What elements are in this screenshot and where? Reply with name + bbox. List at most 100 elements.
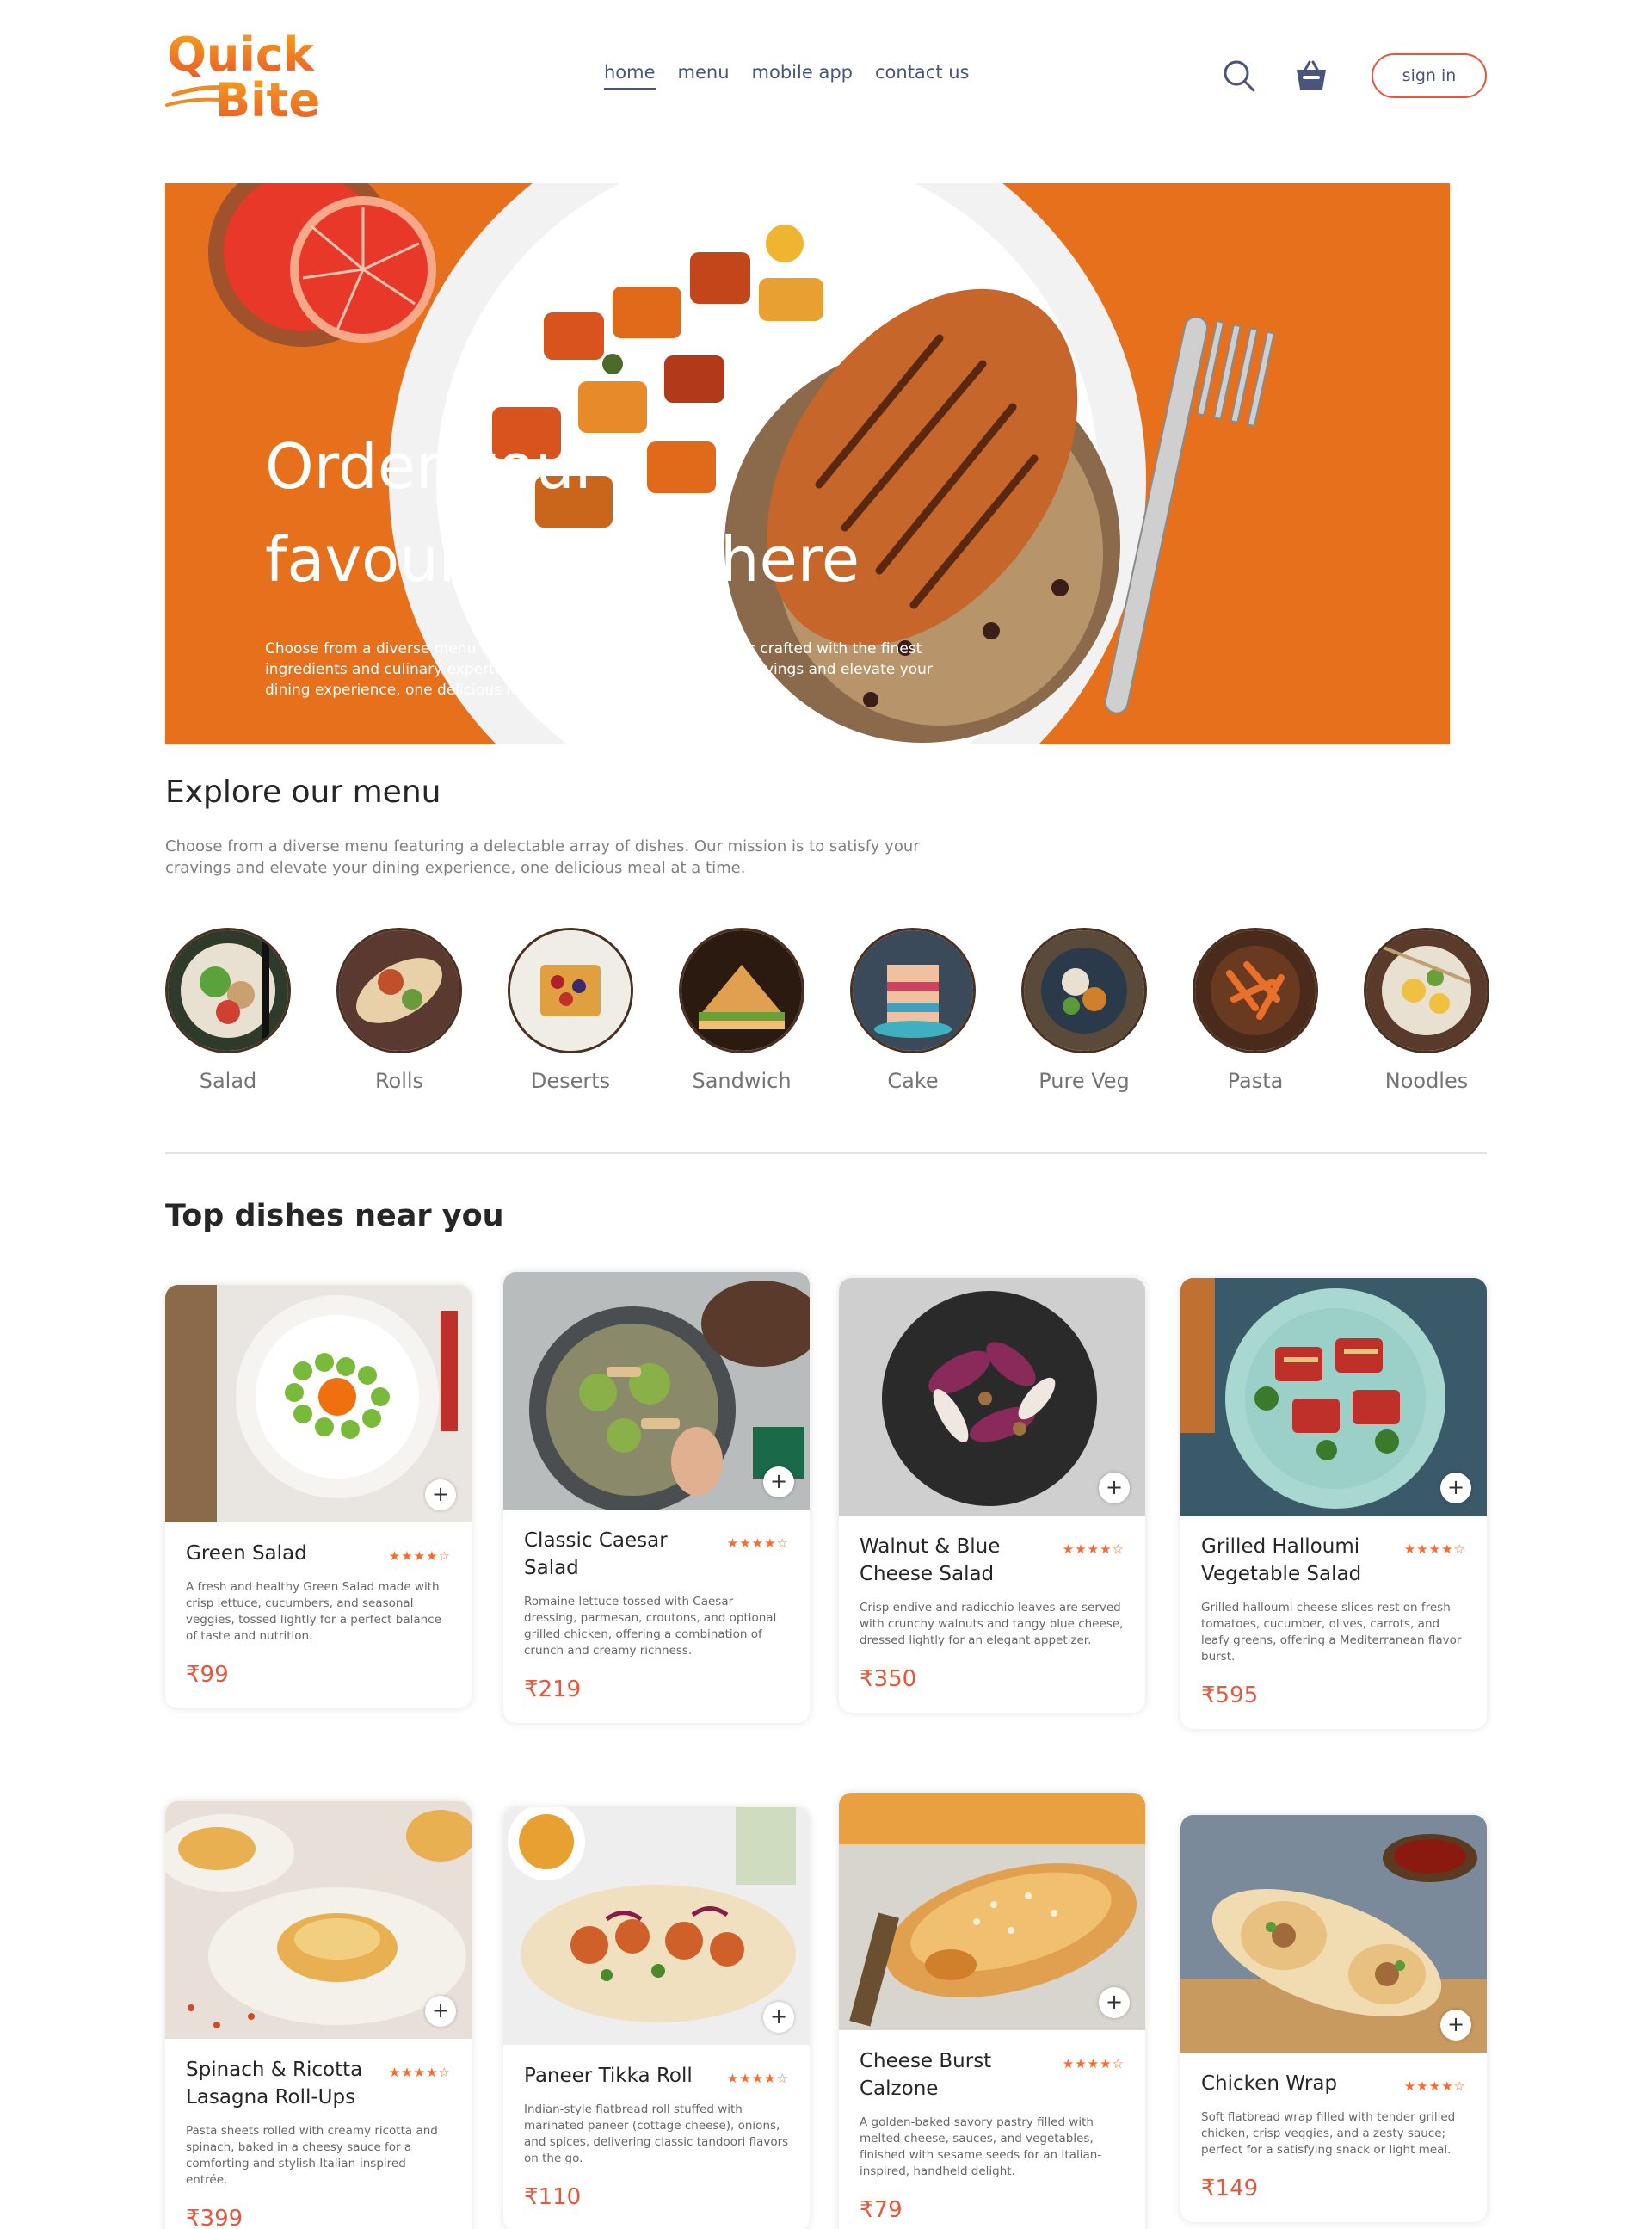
food-name: Green Salad: [186, 1542, 307, 1565]
food-description: Grilled halloumi cheese slices rest on f…: [1201, 1601, 1462, 1664]
hero-title-line1: Order your: [265, 430, 601, 503]
rating-stars-icon: ★★★★☆: [388, 1548, 451, 1564]
food-image: +: [503, 1272, 810, 1510]
rating-stars-icon: ★★★★☆: [388, 2065, 451, 2080]
sign-in-button[interactable]: sign in: [1372, 53, 1487, 98]
food-info: Paneer Tikka Roll ★★★★☆ Indian-style fla…: [503, 2045, 810, 2229]
explore-menu-list: Salad Rolls Deserts Sandwich Cake Pure V…: [165, 928, 1489, 1093]
food-description: Romaine lettuce tossed with Caesar dress…: [524, 1595, 777, 1658]
rating-stars-icon: ★★★★☆: [726, 2071, 789, 2086]
food-image: +: [503, 1807, 810, 2045]
explore-menu-text: Choose from a diverse menu featuring a d…: [165, 837, 920, 877]
menu-category-label: Deserts: [530, 1069, 611, 1093]
menu-category-label: Salad: [199, 1069, 257, 1093]
quickbite-logo[interactable]: Quick Bite: [165, 26, 329, 127]
menu-category-label: Pasta: [1227, 1069, 1284, 1093]
food-description: A fresh and healthy Green Salad made wit…: [186, 1580, 441, 1643]
food-image: +: [1180, 1278, 1487, 1516]
rating-stars-icon: ★★★★☆: [1062, 1541, 1125, 1557]
food-image: +: [839, 1278, 1145, 1516]
nav-item-menu[interactable]: menu: [678, 62, 730, 90]
rating-stars-icon: ★★★★☆: [1403, 1541, 1466, 1557]
rating-stars-icon: ★★★★☆: [1403, 2078, 1466, 2094]
menu-category-image: [508, 928, 633, 1053]
add-to-cart-button[interactable]: +: [763, 2002, 794, 2033]
food-name-rating: Spinach & Ricotta Lasagna Roll-Ups ★★★★☆: [186, 2056, 451, 2111]
food-price: ₹149: [1201, 2176, 1259, 2201]
add-to-cart-button[interactable]: +: [425, 1479, 456, 1510]
food-image: +: [1180, 1815, 1487, 2053]
food-price: ₹399: [186, 2206, 243, 2229]
nav-menu: home menu mobile app contact us: [604, 62, 970, 90]
food-price: ₹110: [524, 2184, 582, 2210]
food-name: Classic Caesar Salad: [524, 1529, 668, 1579]
hero-content: Order your favourite food here Choose fr…: [265, 420, 953, 701]
food-image: +: [839, 1793, 1145, 2030]
nav-item-contact-us[interactable]: contact us: [875, 62, 970, 90]
navbar: Quick Bite home menu mobile app contact …: [165, 26, 1487, 129]
basket-icon[interactable]: [1294, 59, 1328, 93]
food-info: Classic Caesar Salad ★★★★☆ Romaine lettu…: [503, 1510, 810, 1723]
food-card-grilled-halloumi-vegetable-salad[interactable]: + Grilled Halloumi Vegetable Salad ★★★★☆…: [1180, 1278, 1487, 1729]
hero-title: Order your favourite food here: [265, 420, 953, 606]
food-name-rating: Cheese Burst Calzone ★★★★☆: [860, 2047, 1125, 2102]
hero-description: Choose from a diverse menu featuring a d…: [265, 640, 933, 699]
nav-item-home[interactable]: home: [604, 62, 656, 90]
hero-banner: Order your favourite food here Choose fr…: [165, 183, 1450, 744]
menu-category-image: [1193, 928, 1318, 1053]
menu-category-noodles[interactable]: Noodles: [1364, 928, 1489, 1093]
food-image: +: [165, 1285, 472, 1522]
food-card-cheese-burst-calzone[interactable]: + Cheese Burst Calzone ★★★★☆ A golden-ba…: [839, 1793, 1145, 2229]
add-to-cart-button[interactable]: +: [1099, 1987, 1130, 2018]
explore-menu-title: Explore our menu: [165, 775, 441, 810]
food-name: Spinach & Ricotta Lasagna Roll-Ups: [186, 2059, 363, 2109]
logo-word-bite: Bite: [215, 73, 320, 125]
add-to-cart-button[interactable]: +: [1440, 1473, 1471, 1503]
menu-category-salad[interactable]: Salad: [165, 928, 291, 1093]
food-name-rating: Green Salad ★★★★☆: [186, 1540, 451, 1567]
food-card-classic-caesar-salad[interactable]: + Classic Caesar Salad ★★★★☆ Romaine let…: [503, 1272, 810, 1723]
food-info: Spinach & Ricotta Lasagna Roll-Ups ★★★★☆…: [165, 2039, 472, 2229]
food-price: ₹595: [1201, 1683, 1259, 1708]
food-card-paneer-tikka-roll[interactable]: + Paneer Tikka Roll ★★★★☆ Indian-style f…: [503, 1807, 810, 2229]
explore-menu: Explore our menu Choose from a diverse m…: [165, 775, 1489, 1093]
menu-category-pasta[interactable]: Pasta: [1193, 928, 1318, 1093]
food-name-rating: Classic Caesar Salad ★★★★☆: [524, 1527, 789, 1582]
add-to-cart-button[interactable]: +: [1440, 2010, 1471, 2041]
menu-category-rolls[interactable]: Rolls: [336, 928, 462, 1093]
food-description: Crisp endive and radicchio leaves are se…: [860, 1601, 1124, 1647]
food-card-green-salad[interactable]: + Green Salad ★★★★☆ A fresh and healthy …: [165, 1285, 472, 1708]
menu-category-label: Rolls: [374, 1069, 424, 1093]
menu-category-image: [165, 928, 291, 1053]
food-name-rating: Paneer Tikka Roll ★★★★☆: [524, 2062, 789, 2090]
nav-item-mobile-app[interactable]: mobile app: [752, 62, 853, 90]
menu-category-cake[interactable]: Cake: [850, 928, 976, 1093]
food-description: Pasta sheets rolled with creamy ricotta …: [186, 2124, 438, 2187]
food-card-chicken-wrap[interactable]: + Chicken Wrap ★★★★☆ Soft flatbread wrap…: [1180, 1815, 1487, 2222]
food-name-rating: Walnut & Blue Cheese Salad ★★★★☆: [860, 1533, 1125, 1588]
search-icon[interactable]: [1222, 59, 1256, 93]
food-price: ₹79: [860, 2197, 903, 2223]
add-to-cart-button[interactable]: +: [1099, 1473, 1130, 1503]
menu-category-deserts[interactable]: Deserts: [508, 928, 633, 1093]
nav-right: sign in: [1222, 53, 1487, 98]
top-dishes-title: Top dishes near you: [165, 1199, 504, 1233]
add-to-cart-button[interactable]: +: [425, 1996, 456, 2027]
add-to-cart-button[interactable]: +: [763, 1466, 794, 1497]
hero-title-line2: favourite food here: [265, 523, 860, 596]
menu-category-label: Noodles: [1384, 1069, 1469, 1093]
food-card-spinach-ricotta-lasagna-roll-ups[interactable]: + Spinach & Ricotta Lasagna Roll-Ups ★★★…: [165, 1801, 472, 2229]
menu-category-image: [336, 928, 462, 1053]
menu-category-pure-veg[interactable]: Pure Veg: [1021, 928, 1147, 1093]
food-price: ₹350: [860, 1666, 917, 1692]
rating-stars-icon: ★★★★☆: [1062, 2056, 1125, 2072]
food-description: Soft flatbread wrap filled with tender g…: [1201, 2110, 1456, 2157]
food-info: Grilled Halloumi Vegetable Salad ★★★★☆ G…: [1180, 1516, 1487, 1729]
section-divider: [165, 1152, 1487, 1154]
food-price: ₹219: [524, 1676, 582, 1702]
food-card-walnut-blue-cheese-salad[interactable]: + Walnut & Blue Cheese Salad ★★★★☆ Crisp…: [839, 1278, 1145, 1713]
food-name-rating: Grilled Halloumi Vegetable Salad ★★★★☆: [1201, 1533, 1466, 1588]
menu-category-sandwich[interactable]: Sandwich: [679, 928, 804, 1093]
menu-category-label: Cake: [887, 1069, 939, 1093]
food-description: A golden-baked savory pastry filled with…: [860, 2115, 1102, 2178]
